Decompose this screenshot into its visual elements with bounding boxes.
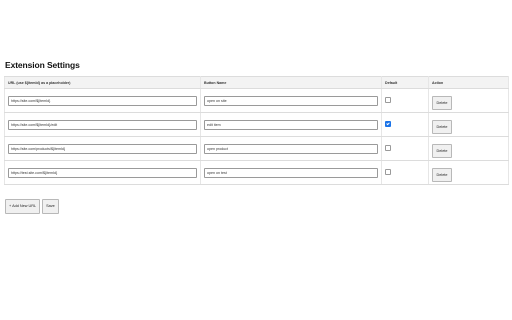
header-button-name: Button Name bbox=[200, 76, 382, 89]
delete-button[interactable]: Delete bbox=[432, 168, 452, 182]
table-row: https://site.com/products/${itemId} open… bbox=[4, 136, 509, 161]
url-settings-table: URL (use ${itemId} as a placeholder) But… bbox=[4, 76, 509, 185]
button-name-input[interactable]: open on site bbox=[204, 95, 378, 106]
delete-button[interactable]: Delete bbox=[432, 96, 452, 110]
button-name-input[interactable]: open product bbox=[204, 143, 378, 154]
url-input[interactable]: https://test.site.com/${itemId} bbox=[8, 167, 197, 178]
default-checkbox[interactable] bbox=[385, 97, 391, 104]
url-input[interactable]: https://site.com/products/${itemId} bbox=[8, 143, 197, 154]
delete-button[interactable]: Delete bbox=[432, 120, 452, 134]
save-button[interactable]: Save bbox=[42, 199, 59, 214]
table-row: https://test.site.com/${itemId} open on … bbox=[4, 160, 509, 185]
page-title: Extension Settings bbox=[5, 60, 80, 70]
button-name-input[interactable]: open on test bbox=[204, 167, 378, 178]
default-checkbox[interactable] bbox=[385, 145, 391, 152]
add-new-url-button[interactable]: + Add New URL bbox=[5, 199, 41, 214]
default-checkbox[interactable] bbox=[385, 121, 391, 128]
form-actions: + Add New URL Save bbox=[5, 199, 59, 214]
table-row: https://site.com/${itemId} open on site … bbox=[4, 88, 509, 113]
url-input[interactable]: https://site.com/${itemId}/edit bbox=[8, 119, 197, 130]
table-row: https://site.com/${itemId}/edit edit ite… bbox=[4, 112, 509, 137]
default-checkbox[interactable] bbox=[385, 169, 391, 176]
button-name-input[interactable]: edit item bbox=[204, 119, 378, 130]
header-action: Action bbox=[428, 76, 509, 89]
header-default: Default bbox=[381, 76, 429, 89]
header-url: URL (use ${itemId} as a placeholder) bbox=[4, 76, 201, 89]
table-header-row: URL (use ${itemId} as a placeholder) But… bbox=[4, 76, 509, 89]
url-input[interactable]: https://site.com/${itemId} bbox=[8, 95, 197, 106]
delete-button[interactable]: Delete bbox=[432, 144, 452, 158]
